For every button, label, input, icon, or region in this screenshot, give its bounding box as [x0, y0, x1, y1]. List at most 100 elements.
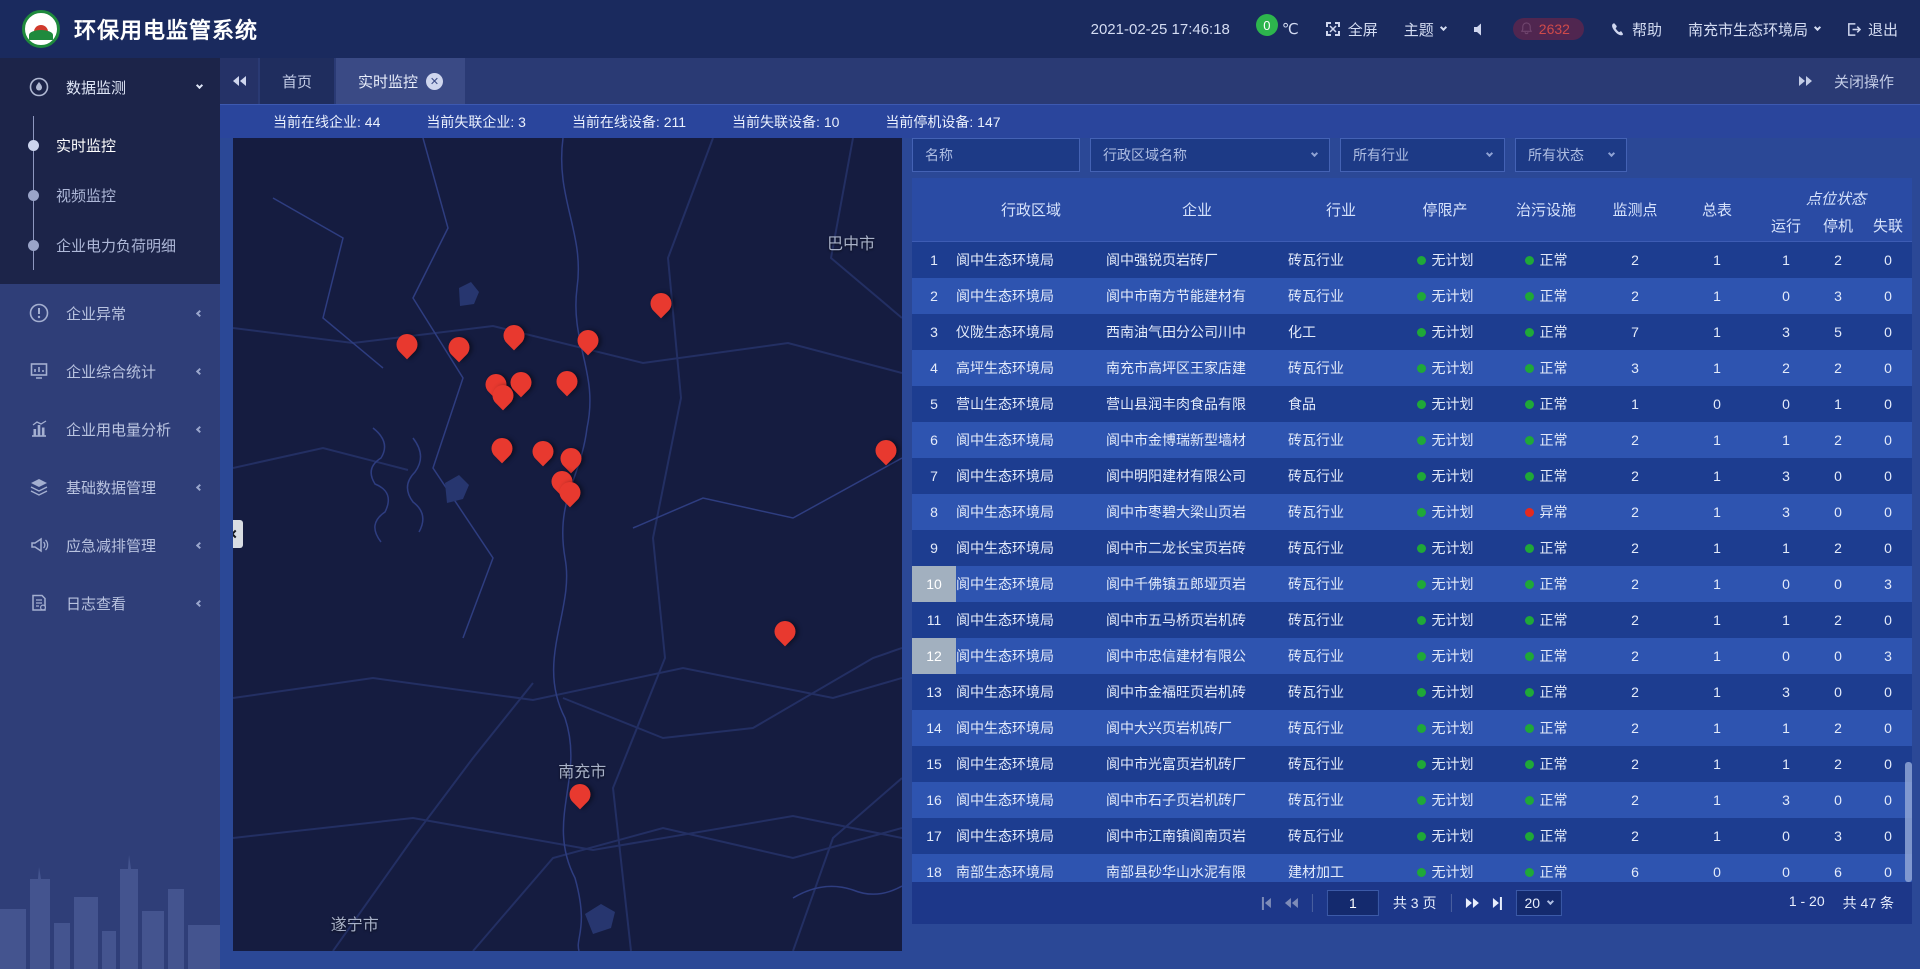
sidebar-item-power-analysis[interactable]: 企业用电量分析 — [0, 400, 220, 458]
phone-icon — [1610, 22, 1625, 37]
fullscreen-button[interactable]: 全屏 — [1325, 19, 1378, 40]
tab-realtime-monitor[interactable]: 实时监控 ✕ — [336, 58, 465, 104]
cell-industry: 砖瓦行业 — [1288, 638, 1394, 674]
last-page-button[interactable] — [1493, 897, 1502, 910]
cell-pollution-facility: 正常 — [1496, 386, 1596, 422]
first-page-button[interactable] — [1262, 897, 1271, 910]
chevron-left-icon — [196, 541, 203, 548]
row-number: 12 — [912, 638, 956, 674]
status-filter-select[interactable]: 所有状态 — [1515, 138, 1627, 172]
mute-button[interactable] — [1472, 22, 1487, 37]
chevron-down-icon — [1311, 150, 1318, 157]
name-filter-input[interactable]: 名称 — [912, 138, 1080, 172]
sidebar-item-realtime-monitor[interactable]: 实时监控 — [0, 120, 220, 170]
col-group-point-status: 点位状态 — [1760, 178, 1912, 211]
tabs-scroll-right-button[interactable] — [1799, 76, 1812, 86]
row-number: 7 — [912, 458, 956, 494]
cell-stopped: 3 — [1812, 278, 1864, 314]
sidebar-submenu: 实时监控 视频监控 企业电力负荷明细 — [0, 116, 220, 284]
table-row[interactable]: 2阆中生态环境局阆中市南方节能建材有砖瓦行业无计划正常21030 — [912, 278, 1912, 314]
status-dot-green — [1525, 436, 1534, 445]
logout-button[interactable]: 退出 — [1846, 19, 1898, 40]
help-button[interactable]: 帮助 — [1610, 19, 1662, 40]
cell-pollution-facility: 正常 — [1496, 638, 1596, 674]
status-dot-green — [1417, 436, 1426, 445]
layers-icon — [28, 477, 50, 497]
cell-running: 0 — [1760, 386, 1812, 422]
pagination-bar: 1 共 3 页 20 1 - 20 共 47 条 — [912, 882, 1912, 924]
cell-enterprise: 阆中市二龙长宝页岩砖 — [1106, 530, 1288, 566]
table-row[interactable]: 10阆中生态环境局阆中千佛镇五郎垭页岩砖瓦行业无计划正常21003 — [912, 566, 1912, 602]
row-number: 6 — [912, 422, 956, 458]
cell-region: 阆中生态环境局 — [956, 746, 1106, 782]
cell-running: 3 — [1760, 782, 1812, 818]
cell-pollution-facility: 正常 — [1496, 602, 1596, 638]
cell-industry: 砖瓦行业 — [1288, 674, 1394, 710]
cell-stopped: 2 — [1812, 746, 1864, 782]
speaker-icon — [1472, 22, 1487, 37]
filter-row: 名称 行政区域名称 所有行业 所有状态 — [912, 138, 1912, 172]
sidebar-item-log-view[interactable]: 日志查看 — [0, 574, 220, 632]
map-panel[interactable]: 巴中市南充市遂宁市 — [233, 138, 902, 951]
table-row[interactable]: 16阆中生态环境局阆中市石子页岩机砖厂砖瓦行业无计划正常21300 — [912, 782, 1912, 818]
page-number-input[interactable]: 1 — [1327, 890, 1379, 916]
tab-home[interactable]: 首页 — [260, 58, 334, 104]
table-row[interactable]: 7阆中生态环境局阆中明阳建材有限公司砖瓦行业无计划正常21300 — [912, 458, 1912, 494]
theme-dropdown[interactable]: 主题 — [1404, 19, 1446, 40]
sidebar-item-enterprise-stats[interactable]: 企业综合统计 — [0, 342, 220, 400]
sidebar-item-enterprise-abnormal[interactable]: 企业异常 — [0, 284, 220, 342]
table-row[interactable]: 15阆中生态环境局阆中市光富页岩机砖厂砖瓦行业无计划正常21120 — [912, 746, 1912, 782]
notification-badge[interactable]: 2632 — [1513, 18, 1584, 40]
close-operations-button[interactable]: 关闭操作 — [1834, 71, 1894, 92]
cell-industry: 砖瓦行业 — [1288, 494, 1394, 530]
user-dropdown[interactable]: 南充市生态环境局 — [1688, 19, 1820, 40]
table-row[interactable]: 4高坪生态环境局南充市高坪区王家店建砖瓦行业无计划正常31220 — [912, 350, 1912, 386]
table-row[interactable]: 17阆中生态环境局阆中市江南镇阆南页岩砖瓦行业无计划正常21030 — [912, 818, 1912, 854]
table-row[interactable]: 8阆中生态环境局阆中市枣碧大梁山页岩砖瓦行业无计划异常21300 — [912, 494, 1912, 530]
cell-lost: 0 — [1864, 494, 1912, 530]
cell-stopped: 0 — [1812, 458, 1864, 494]
table-row[interactable]: 3仪陇生态环境局西南油气田分公司川中化工无计划正常71350 — [912, 314, 1912, 350]
table-row[interactable]: 13阆中生态环境局阆中市金福旺页岩机砖砖瓦行业无计划正常21300 — [912, 674, 1912, 710]
chevron-down-icon — [1814, 24, 1821, 31]
prev-page-button[interactable] — [1285, 898, 1298, 908]
sidebar-item-video-monitor[interactable]: 视频监控 — [0, 170, 220, 220]
sidebar-item-power-load-detail[interactable]: 企业电力负荷明细 — [0, 220, 220, 270]
cell-region: 阆中生态环境局 — [956, 422, 1106, 458]
cell-industry: 建材加工 — [1288, 854, 1394, 882]
col-meters: 总表 — [1674, 178, 1760, 241]
cell-pollution-facility: 正常 — [1496, 422, 1596, 458]
cell-production: 无计划 — [1394, 566, 1496, 602]
table-row[interactable]: 14阆中生态环境局阆中大兴页岩机砖厂砖瓦行业无计划正常21120 — [912, 710, 1912, 746]
next-page-button[interactable] — [1466, 898, 1479, 908]
row-number: 15 — [912, 746, 956, 782]
cell-stopped: 0 — [1812, 494, 1864, 530]
app-logo-icon — [22, 10, 60, 48]
table-row[interactable]: 12阆中生态环境局阆中市忠信建材有限公砖瓦行业无计划正常21003 — [912, 638, 1912, 674]
cell-production: 无计划 — [1394, 638, 1496, 674]
table-row[interactable]: 1阆中生态环境局阆中强锐页岩砖厂砖瓦行业无计划正常21120 — [912, 242, 1912, 278]
total-pages-label: 共 3 页 — [1393, 893, 1437, 913]
industry-filter-select[interactable]: 所有行业 — [1340, 138, 1505, 172]
sidebar-item-data-monitor[interactable]: 数据监测 — [0, 58, 220, 116]
row-number: 16 — [912, 782, 956, 818]
status-dot-red — [1525, 508, 1534, 517]
chevron-down-icon — [196, 82, 203, 89]
table-row[interactable]: 6阆中生态环境局阆中市金博瑞新型墙材砖瓦行业无计划正常21120 — [912, 422, 1912, 458]
status-dot-green — [1525, 724, 1534, 733]
table-scrollbar[interactable] — [1905, 762, 1912, 882]
close-tab-icon[interactable]: ✕ — [426, 73, 443, 90]
table-row[interactable]: 9阆中生态环境局阆中市二龙长宝页岩砖砖瓦行业无计划正常21120 — [912, 530, 1912, 566]
region-filter-select[interactable]: 行政区域名称 — [1090, 138, 1330, 172]
cell-production: 无计划 — [1394, 530, 1496, 566]
sidebar-item-emergency-reduction[interactable]: 应急减排管理 — [0, 516, 220, 574]
table-row[interactable]: 5营山生态环境局营山县润丰肉食品有限食品无计划正常10010 — [912, 386, 1912, 422]
tabs-scroll-left-button[interactable] — [220, 58, 258, 104]
sidebar-item-base-data[interactable]: 基础数据管理 — [0, 458, 220, 516]
map-collapse-button[interactable] — [233, 520, 243, 548]
table-row[interactable]: 18南部生态环境局南部县砂华山水泥有限建材加工无计划正常60060 — [912, 854, 1912, 882]
table-row[interactable]: 11阆中生态环境局阆中市五马桥页岩机砖砖瓦行业无计划正常21120 — [912, 602, 1912, 638]
cell-lost: 0 — [1864, 458, 1912, 494]
page-size-select[interactable]: 20 — [1516, 890, 1563, 916]
chevron-down-icon — [1608, 150, 1615, 157]
